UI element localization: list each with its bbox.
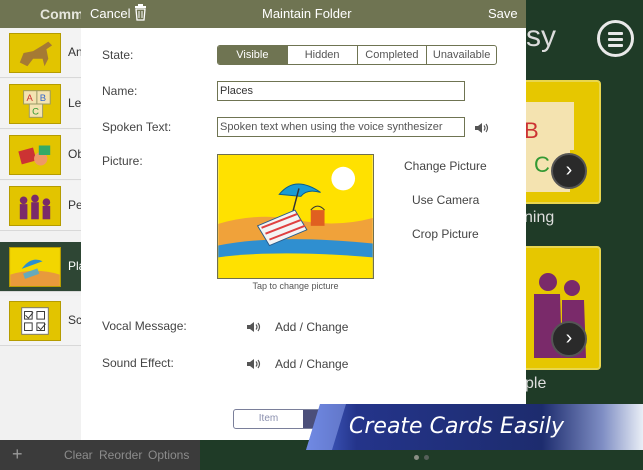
banner-text: Create Cards Easily [349, 414, 564, 439]
sound-effect-add-change-button[interactable]: Add / Change [275, 357, 348, 371]
trash-icon[interactable] [134, 4, 147, 24]
speaker-icon[interactable] [246, 357, 262, 369]
page-indicator-dot [424, 455, 429, 460]
svg-text:C: C [534, 152, 550, 177]
dialog-nav-bar: Cancel Maintain Folder Save [81, 0, 526, 28]
svg-text:C: C [32, 106, 39, 117]
change-picture-button[interactable]: Change Picture [404, 159, 487, 173]
name-label: Name: [102, 84, 138, 98]
spoken-text-field[interactable] [217, 117, 465, 137]
speaker-icon[interactable] [474, 121, 490, 133]
vocal-message-add-change-button[interactable]: Add / Change [275, 320, 348, 334]
sound-effect-label: Sound Effect: [102, 356, 174, 370]
cancel-button[interactable]: Cancel [90, 6, 130, 21]
crop-picture-button[interactable]: Crop Picture [412, 227, 479, 241]
category-label: Sc [68, 313, 83, 327]
state-label: State: [102, 48, 134, 62]
app-title: sy [526, 20, 556, 53]
state-segmented-control: Visible Hidden Completed Unavailable [217, 45, 497, 65]
category-label: Le [68, 96, 82, 110]
sidebar-footer: + Clear Reorder Options [0, 440, 200, 470]
picture-caption: Tap to change picture [252, 281, 339, 291]
promo-banner: Create Cards Easily [306, 404, 643, 450]
state-option-visible[interactable]: Visible [218, 46, 287, 64]
speaker-icon[interactable] [246, 320, 262, 332]
state-option-hidden[interactable]: Hidden [286, 46, 357, 64]
save-button[interactable]: Save [488, 6, 518, 21]
svg-text:B: B [40, 93, 46, 104]
chevron-right-icon[interactable]: › [551, 321, 587, 357]
picture-label: Picture: [102, 154, 143, 168]
name-field[interactable] [217, 81, 465, 101]
card-label: ning [524, 209, 555, 226]
spoken-text-label: Spoken Text: [102, 120, 172, 134]
use-camera-button[interactable]: Use Camera [412, 193, 479, 207]
sidebar-title: Comm [40, 6, 84, 22]
horse-icon [9, 33, 61, 73]
chevron-right-icon[interactable]: › [551, 153, 587, 189]
toys-icon [9, 135, 61, 175]
card-label: ple [525, 375, 547, 392]
state-option-completed[interactable]: Completed [356, 46, 427, 64]
folder-picture[interactable] [217, 154, 374, 279]
checklist-icon [9, 301, 61, 341]
clear-button[interactable]: Clear [64, 448, 93, 462]
beach-icon [9, 247, 61, 287]
people-icon [9, 186, 61, 226]
menu-icon[interactable] [597, 20, 634, 57]
reorder-button[interactable]: Reorder [99, 448, 142, 462]
maintain-folder-dialog: Cancel Maintain Folder Save State: Visib… [81, 0, 526, 440]
add-category-button[interactable]: + [12, 444, 23, 465]
tab-item[interactable]: Item [234, 410, 303, 428]
beach-icon [218, 155, 373, 278]
page-indicator-dot [414, 455, 419, 460]
svg-text:B: B [524, 118, 539, 143]
vocal-message-label: Vocal Message: [102, 319, 187, 333]
options-button[interactable]: Options [148, 448, 189, 462]
svg-text:A: A [26, 93, 33, 104]
state-option-unavailable[interactable]: Unavailable [426, 46, 496, 64]
dialog-title: Maintain Folder [262, 6, 352, 21]
abc-blocks-icon: ABC [9, 84, 61, 124]
